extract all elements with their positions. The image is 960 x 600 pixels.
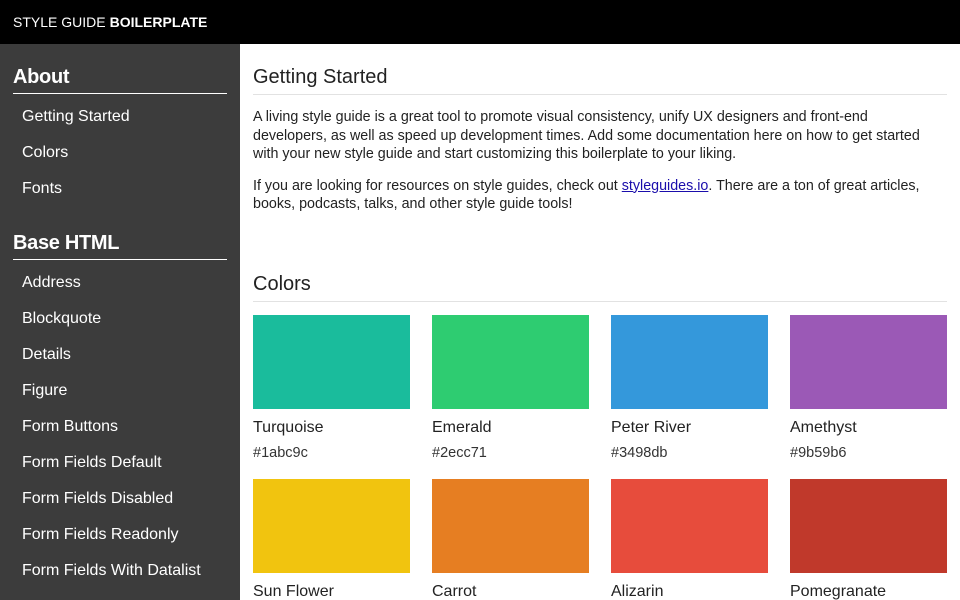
sidebar-item-form-fields-default[interactable]: Form Fields Default [13, 454, 227, 490]
color-name: Amethyst [790, 418, 857, 436]
color-swatch: Turquoise #1abc9c [253, 314, 410, 465]
sidebar-item-form-fields-disabled[interactable]: Form Fields Disabled [13, 490, 227, 526]
brand-light-text: STYLE GUIDE [13, 14, 106, 30]
sidebar-item-figure[interactable]: Figure [13, 382, 227, 418]
color-swatch: Carrot#e67e22 [432, 478, 589, 600]
section-title: Getting Started [253, 44, 947, 95]
color-name: Pomegranate [790, 582, 887, 600]
color-hex: #9b59b6 [790, 444, 847, 461]
color-swatch: Amethyst #9b59b6 [790, 314, 947, 465]
styleguides-link[interactable]: styleguides.io [622, 178, 709, 194]
color-swatch: Emerald #2ecc71 [432, 314, 589, 465]
color-swatch-box [432, 478, 589, 573]
sidebar-item-fonts[interactable]: Fonts [13, 180, 227, 216]
color-swatch-box [790, 478, 947, 573]
resources-paragraph: If you are looking for resources on styl… [253, 177, 947, 214]
sidebar-list: Address Blockquote Details Figure Form B… [13, 274, 227, 598]
color-name: Peter River [611, 418, 692, 436]
intro-paragraph: A living style guide is a great tool to … [253, 109, 920, 162]
color-name: Carrot [432, 582, 477, 600]
color-swatch: Sun Flower#f1c40f [253, 478, 410, 600]
sidebar-item-form-buttons[interactable]: Form Buttons [13, 418, 227, 454]
sidebar-section-base-html: Base HTML Address Blockquote Details Fig… [0, 216, 240, 598]
section-title: Colors [253, 251, 947, 302]
sidebar-item-colors[interactable]: Colors [13, 144, 227, 180]
sidebar-item-details[interactable]: Details [13, 346, 227, 382]
resources-text-before: If you are looking for resources on styl… [253, 177, 622, 194]
color-swatch-box [253, 314, 410, 409]
sidebar-list: Getting Started Colors Fonts [13, 108, 227, 216]
brand-bold-text: BOILERPLATE [109, 14, 208, 30]
sidebar-item-form-fields-readonly[interactable]: Form Fields Readonly [13, 526, 227, 562]
sidebar-item-getting-started[interactable]: Getting Started [13, 108, 227, 144]
color-swatch-grid: Turquoise #1abc9c Emerald #2ecc71 Peter Ri… [253, 314, 947, 600]
main-content: Getting Started A living style guide is … [240, 44, 960, 600]
sidebar-item-address[interactable]: Address [13, 274, 227, 310]
color-hex: #2ecc71 [432, 444, 487, 461]
color-swatch: Pomegranate#c0392b [790, 478, 947, 600]
sidebar-item-form-fields-with-datalist[interactable]: Form Fields With Datalist [13, 562, 227, 598]
color-hex: #1abc9c [253, 444, 308, 461]
color-swatch: Alizarin#e74c3c [611, 478, 768, 600]
color-swatch-box [253, 478, 410, 573]
sidebar-heading: Base HTML [13, 216, 227, 260]
brand-logo[interactable]: STYLE GUIDE BOILERPLATE [13, 14, 207, 30]
color-name: Sun Flower [253, 582, 334, 600]
sidebar-item-blockquote[interactable]: Blockquote [13, 310, 227, 346]
sidebar: About Getting Started Colors Fonts Base … [0, 44, 240, 600]
top-bar: STYLE GUIDE BOILERPLATE [0, 0, 960, 44]
getting-started-section: Getting Started A living style guide is … [253, 44, 947, 214]
color-swatch-box [611, 478, 768, 573]
sidebar-section-about: About Getting Started Colors Fonts [0, 44, 240, 216]
color-name: Alizarin [611, 582, 664, 600]
color-swatch-box [611, 314, 768, 409]
color-swatch: Peter River #3498db [611, 314, 768, 465]
color-name: Emerald [432, 418, 492, 436]
sidebar-heading: About [13, 44, 227, 94]
colors-section: Colors Turquoise #1abc9c Emerald #2ecc71 P… [253, 251, 947, 600]
color-name: Turquoise [253, 418, 324, 436]
color-swatch-box [790, 314, 947, 409]
color-hex: #3498db [611, 444, 668, 461]
color-swatch-box [432, 314, 589, 409]
